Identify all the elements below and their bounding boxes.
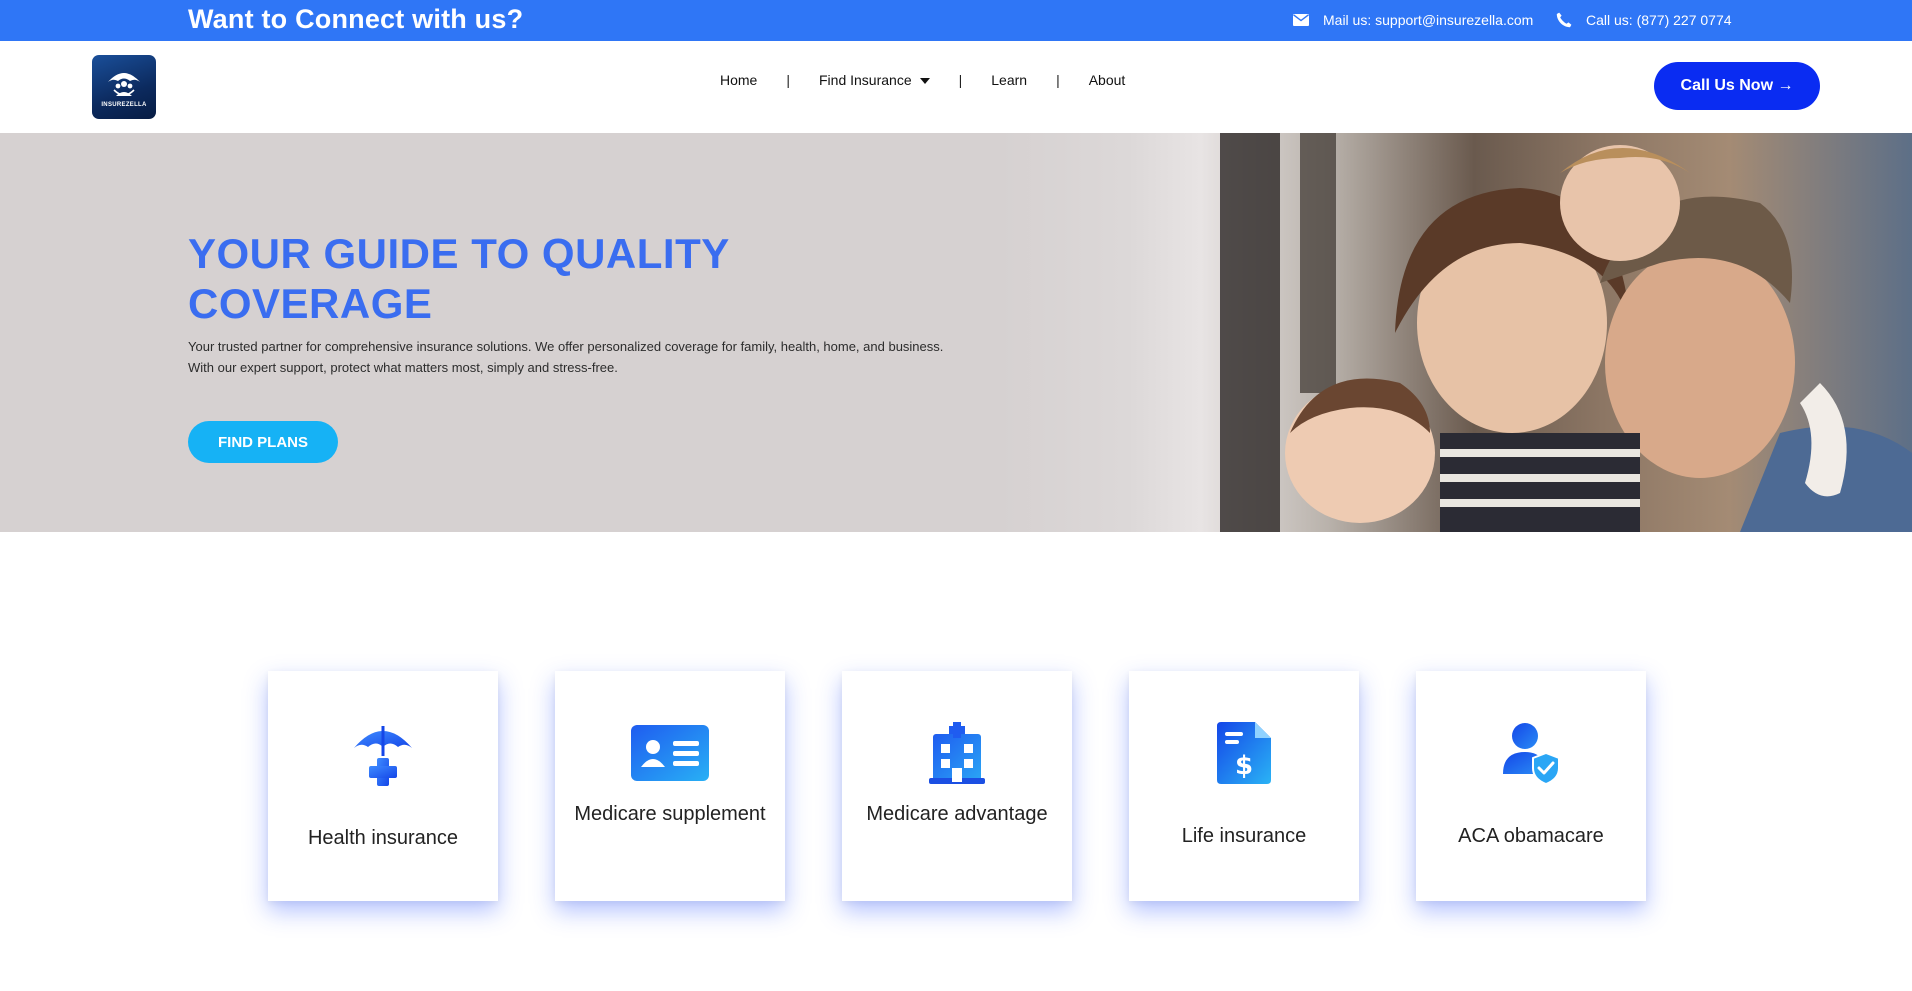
- nav-find-insurance-label: Find Insurance: [819, 72, 912, 88]
- call-us-now-button[interactable]: Call Us Now →: [1654, 62, 1820, 110]
- card-life-insurance[interactable]: $ Life insurance: [1129, 671, 1359, 901]
- nav-separator: |: [786, 72, 790, 88]
- insurance-cards: Health insurance Medicare supplement Med…: [268, 671, 1646, 901]
- find-plans-button[interactable]: FIND PLANS: [188, 421, 338, 463]
- hero-description: Your trusted partner for comprehensive i…: [188, 339, 944, 375]
- card-label: Medicare supplement: [574, 803, 766, 825]
- phone-text: Call us: (877) 227 0774: [1586, 12, 1732, 28]
- hospital-icon: [917, 713, 997, 793]
- primary-nav: Home | Find Insurance | Learn | About: [720, 71, 1125, 89]
- mail-text: Mail us: support@insurezella.com: [1323, 12, 1534, 28]
- insurezella-logo[interactable]: INSUREZELLA: [92, 55, 156, 119]
- user-shield-icon: [1491, 713, 1571, 793]
- nav-separator: |: [958, 72, 963, 88]
- caret-down-icon: [919, 78, 930, 85]
- card-label: Health insurance: [307, 827, 459, 849]
- family-hero-photo: [1000, 133, 1912, 532]
- card-medicare-supplement[interactable]: Medicare supplement: [555, 671, 785, 901]
- hero-title: YOUR GUIDE TO QUALITY COVERAGE: [188, 230, 729, 327]
- card-health-insurance[interactable]: Health insurance: [268, 671, 498, 901]
- card-label: Life insurance: [1181, 825, 1307, 847]
- umbrella-family-logo-icon: [108, 73, 140, 96]
- phone-contact-link[interactable]: Call us: (877) 227 0774: [1556, 11, 1732, 29]
- nav-about[interactable]: About: [1089, 71, 1126, 89]
- card-medicare-advantage[interactable]: Medicare advantage: [842, 671, 1072, 901]
- card-label: ACA obamacare: [1458, 825, 1604, 847]
- nav-separator: |: [1056, 72, 1060, 88]
- id-card-icon: [630, 713, 710, 793]
- connect-tagline: Want to Connect with us?: [188, 4, 524, 34]
- mail-contact-link[interactable]: Mail us: support@insurezella.com: [1293, 11, 1533, 29]
- nav-find-insurance[interactable]: Find Insurance: [819, 71, 930, 89]
- card-aca-obamacare[interactable]: ACA obamacare: [1416, 671, 1646, 901]
- main-navbar: INSUREZELLA Home | Find Insurance | Lear…: [0, 41, 1912, 133]
- hero-section: YOUR GUIDE TO QUALITY COVERAGE Your trus…: [0, 133, 1912, 532]
- invoice-dollar-icon: $: [1204, 713, 1284, 793]
- top-contact-bar: Want to Connect with us? Mail us: suppor…: [0, 0, 1912, 41]
- logo-text: INSUREZELLA: [101, 102, 147, 108]
- umbrella-medical-icon: [343, 713, 423, 793]
- card-label: Medicare advantage: [866, 803, 1048, 825]
- svg-text:$: $: [1235, 751, 1253, 781]
- phone-icon: [1556, 12, 1572, 28]
- nav-learn[interactable]: Learn: [991, 71, 1027, 89]
- family-illustration: [1220, 133, 1912, 532]
- mail-icon: [1293, 14, 1309, 26]
- nav-home[interactable]: Home: [720, 71, 757, 89]
